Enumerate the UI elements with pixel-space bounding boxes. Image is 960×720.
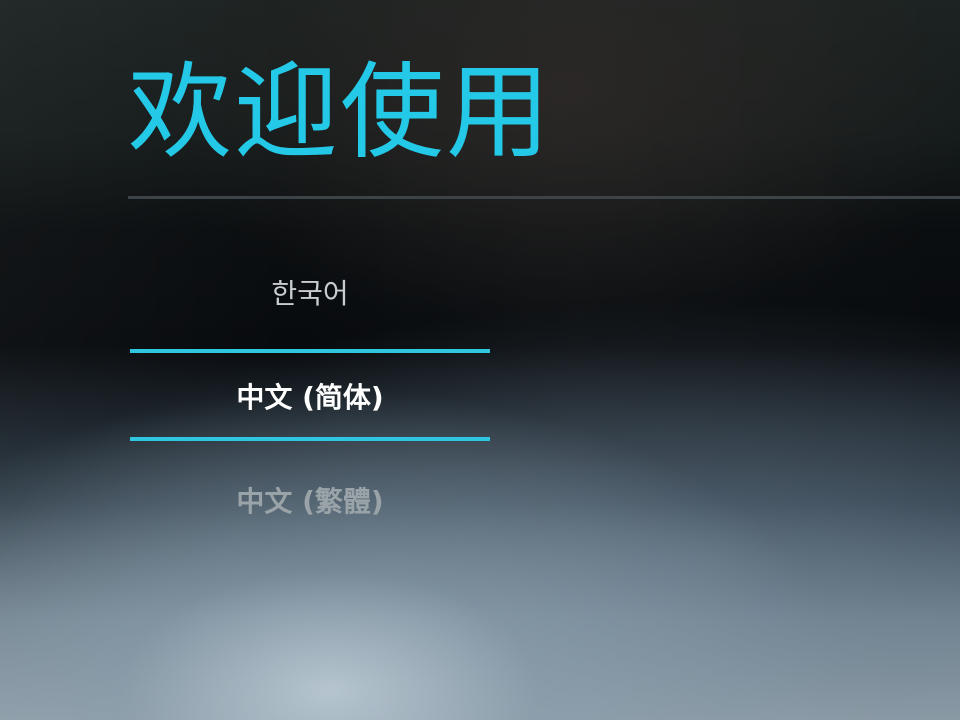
language-picker[interactable]: 한국어 中文 (简体) 中文 (繁體) [130, 244, 490, 574]
selection-indicator-bottom [130, 437, 490, 441]
welcome-title: 欢迎使用 [128, 51, 553, 173]
language-option-chinese-simplified[interactable]: 中文 (简体) [130, 378, 490, 418]
language-option-korean[interactable]: 한국어 [130, 274, 490, 314]
title-divider [128, 196, 960, 199]
language-option-chinese-traditional[interactable]: 中文 (繁體) [130, 482, 490, 522]
selection-indicator-top [130, 349, 490, 353]
